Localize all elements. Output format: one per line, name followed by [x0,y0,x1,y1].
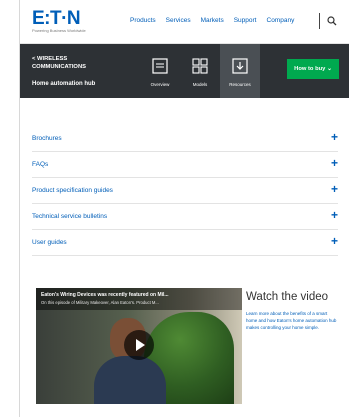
logo-tagline: Powering Business Worldwide [32,28,86,33]
tab-label: Overview [150,82,170,87]
video-title[interactable]: Eaton's Wiring Devices was recently feat… [41,292,237,298]
plus-icon[interactable]: + [331,183,338,195]
accordion-label: User guides [32,239,67,246]
nav-divider [319,13,320,29]
page-name: Home automation hub [32,81,96,87]
nav-item-products[interactable]: Products [130,17,156,24]
video-heading: Watch the video [246,291,329,303]
main-nav: Products Services Markets Support Compan… [130,17,304,24]
video-subtitle: On this episode of Military Makeover, Al… [41,300,159,305]
tab-overview[interactable]: Overview [140,44,180,98]
accordion-label: Brochures [32,135,62,142]
presenter-image [94,318,166,404]
monitor-icon [152,58,168,74]
section-nav: < WIRELESS COMMUNICATIONS Home automatio… [20,44,349,98]
accordion-item-service-bulletins[interactable]: Technical service bulletins + [32,204,338,230]
page: E:T·N Powering Business Worldwide Produc… [19,0,349,417]
accordion-item-spec-guides[interactable]: Product specification guides + [32,178,338,204]
play-icon[interactable] [124,330,154,360]
tab-resources[interactable]: Resources [220,44,260,98]
accordion-label: FAQs [32,161,49,168]
nav-item-support[interactable]: Support [234,17,257,24]
download-icon [232,58,248,74]
eaton-logo[interactable]: E:T·N Powering Business Worldwide [32,8,96,34]
grid-icon [192,58,208,74]
video-description: Learn more about the benefits of a smart… [246,311,337,330]
tab-label: Resources [229,82,251,87]
how-to-buy-button[interactable]: How to buy ⌄ [287,59,339,79]
plus-icon[interactable]: + [331,131,338,143]
search-icon[interactable] [327,16,337,26]
plus-icon[interactable]: + [331,209,338,221]
accordion-label: Technical service bulletins [32,213,108,220]
accordion-item-brochures[interactable]: Brochures + [32,126,338,152]
back-link[interactable]: < WIRELESS COMMUNICATIONS [32,55,122,71]
accordion-item-user-guides[interactable]: User guides + [32,230,338,256]
nav-item-company[interactable]: Company [267,17,295,24]
tab-models[interactable]: Models [180,44,220,98]
logo-wordmark: E:T·N [32,8,81,29]
accordion-label: Product specification guides [32,187,113,194]
presenter-body [94,356,166,404]
section-tabs: Overview Models Resources [140,44,260,98]
video-player[interactable]: Eaton's Wiring Devices was recently feat… [36,288,242,404]
nav-item-markets[interactable]: Markets [201,17,224,24]
plus-icon[interactable]: + [331,157,338,169]
resources-accordion: Brochures + FAQs + Product specification… [32,126,338,256]
plus-icon[interactable]: + [331,235,338,247]
site-header: E:T·N Powering Business Worldwide Produc… [20,0,349,44]
accordion-item-faqs[interactable]: FAQs + [32,152,338,178]
tab-label: Models [192,82,208,87]
nav-item-services[interactable]: Services [166,17,191,24]
